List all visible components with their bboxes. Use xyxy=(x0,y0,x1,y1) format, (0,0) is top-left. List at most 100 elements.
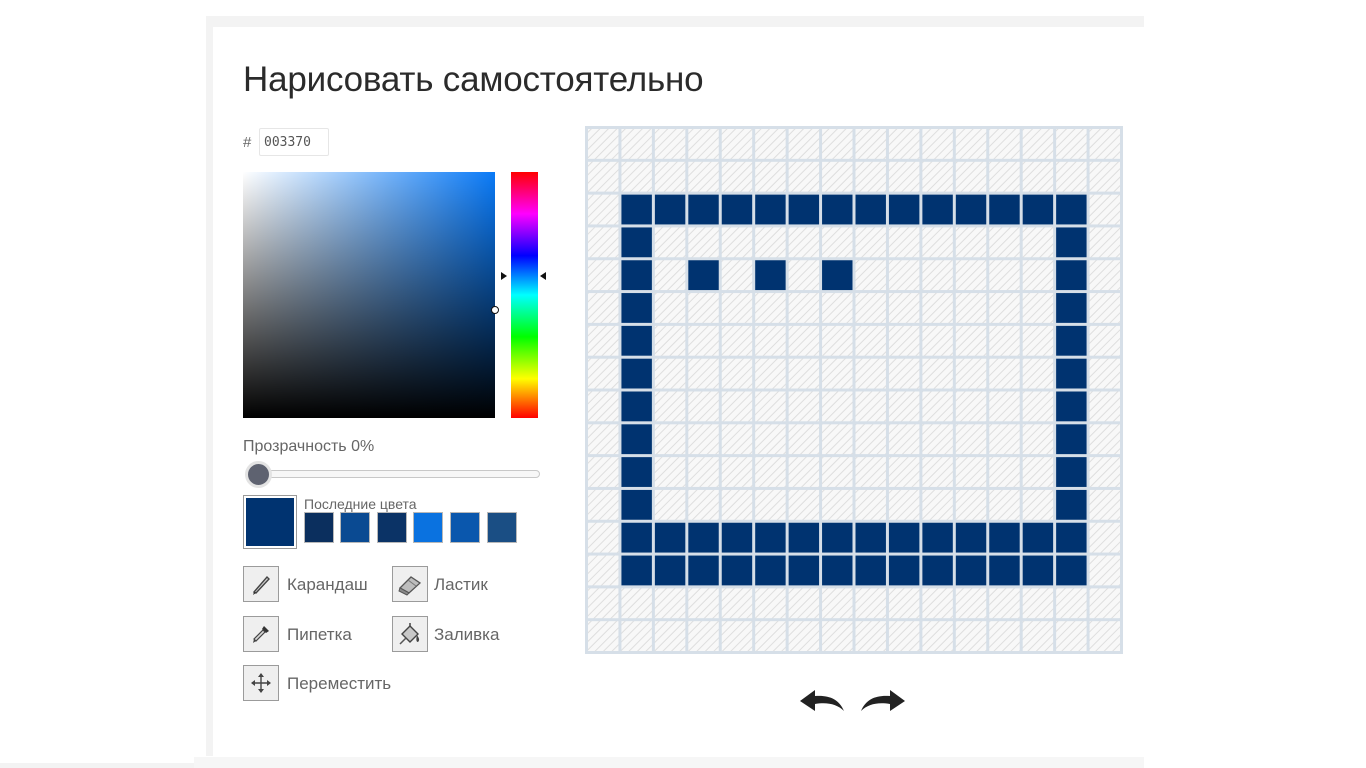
pixel-cell-empty[interactable] xyxy=(989,358,1020,389)
pixel-cell-empty[interactable] xyxy=(588,260,619,291)
pixel-cell-empty[interactable] xyxy=(688,391,719,422)
pixel-cell-filled[interactable] xyxy=(755,194,786,225)
pixel-cell-empty[interactable] xyxy=(1089,621,1120,651)
pixel-cell-empty[interactable] xyxy=(822,129,853,159)
pixel-cell-empty[interactable] xyxy=(688,227,719,258)
pixel-cell-empty[interactable] xyxy=(788,621,820,651)
hue-slider-handle-right-icon[interactable] xyxy=(540,272,546,280)
pixel-cell-empty[interactable] xyxy=(855,260,886,291)
pixel-cell-empty[interactable] xyxy=(588,293,619,323)
pixel-cell-empty[interactable] xyxy=(989,129,1020,159)
pixel-cell-empty[interactable] xyxy=(755,227,786,258)
pixel-cell-empty[interactable] xyxy=(721,129,753,159)
pixel-cell-empty[interactable] xyxy=(1089,457,1120,487)
undo-button[interactable] xyxy=(797,687,847,717)
pixel-cell-empty[interactable] xyxy=(1089,227,1120,258)
pixel-cell-filled[interactable] xyxy=(721,522,753,553)
pixel-cell-empty[interactable] xyxy=(721,293,753,323)
pixel-cell-empty[interactable] xyxy=(654,588,686,619)
pixel-cell-empty[interactable] xyxy=(989,260,1020,291)
pixel-cell-empty[interactable] xyxy=(1022,260,1054,291)
pixel-cell-filled[interactable] xyxy=(621,358,652,389)
pixel-cell-empty[interactable] xyxy=(989,588,1020,619)
pixel-cell-empty[interactable] xyxy=(1089,555,1120,586)
pixel-cell-empty[interactable] xyxy=(788,588,820,619)
pixel-cell-empty[interactable] xyxy=(989,621,1020,651)
pixel-cell-empty[interactable] xyxy=(688,161,719,192)
pixel-cell-empty[interactable] xyxy=(888,391,920,422)
pixel-cell-empty[interactable] xyxy=(855,457,886,487)
pencil-tool-label[interactable]: Карандаш xyxy=(287,575,368,595)
pixel-cell-empty[interactable] xyxy=(989,161,1020,192)
pixel-cell-empty[interactable] xyxy=(788,260,820,291)
pixel-cell-empty[interactable] xyxy=(688,293,719,323)
pixel-cell-filled[interactable] xyxy=(1056,227,1087,258)
pixel-cell-filled[interactable] xyxy=(755,522,786,553)
pixel-cell-empty[interactable] xyxy=(755,424,786,455)
pixel-cell-filled[interactable] xyxy=(654,522,686,553)
pixel-cell-empty[interactable] xyxy=(822,391,853,422)
pixel-cell-empty[interactable] xyxy=(855,358,886,389)
pixel-cell-empty[interactable] xyxy=(888,260,920,291)
pipette-tool-label[interactable]: Пипетка xyxy=(287,625,352,645)
pixel-cell-empty[interactable] xyxy=(588,489,619,520)
eraser-tool-label[interactable]: Ластик xyxy=(434,575,488,595)
pixel-cell-filled[interactable] xyxy=(621,457,652,487)
pixel-cell-empty[interactable] xyxy=(822,489,853,520)
pixel-cell-filled[interactable] xyxy=(721,555,753,586)
pixel-cell-empty[interactable] xyxy=(1022,391,1054,422)
pixel-cell-filled[interactable] xyxy=(688,522,719,553)
pixel-cell-empty[interactable] xyxy=(888,457,920,487)
pixel-cell-filled[interactable] xyxy=(822,194,853,225)
pixel-cell-empty[interactable] xyxy=(654,293,686,323)
pixel-cell-filled[interactable] xyxy=(621,424,652,455)
pixel-cell-empty[interactable] xyxy=(855,293,886,323)
pixel-cell-empty[interactable] xyxy=(989,424,1020,455)
pixel-cell-filled[interactable] xyxy=(1022,555,1054,586)
pixel-cell-empty[interactable] xyxy=(588,358,619,389)
pixel-cell-empty[interactable] xyxy=(755,588,786,619)
pixel-cell-empty[interactable] xyxy=(688,325,719,356)
pixel-cell-empty[interactable] xyxy=(955,129,987,159)
pixel-cell-empty[interactable] xyxy=(1022,424,1054,455)
pixel-cell-empty[interactable] xyxy=(654,129,686,159)
pixel-cell-empty[interactable] xyxy=(654,621,686,651)
redo-button[interactable] xyxy=(858,687,908,717)
pixel-cell-empty[interactable] xyxy=(989,489,1020,520)
move-tool-button[interactable] xyxy=(243,665,279,701)
pixel-cell-empty[interactable] xyxy=(855,424,886,455)
hue-slider[interactable] xyxy=(511,172,538,418)
pixel-cell-filled[interactable] xyxy=(955,555,987,586)
pixel-cell-empty[interactable] xyxy=(788,489,820,520)
pixel-cell-filled[interactable] xyxy=(621,555,652,586)
pixel-cell-empty[interactable] xyxy=(621,129,652,159)
pixel-cell-empty[interactable] xyxy=(888,325,920,356)
pixel-cell-empty[interactable] xyxy=(955,489,987,520)
pixel-cell-empty[interactable] xyxy=(1089,588,1120,619)
pixel-cell-empty[interactable] xyxy=(755,325,786,356)
saturation-value-cursor[interactable] xyxy=(491,306,499,314)
pixel-cell-filled[interactable] xyxy=(955,522,987,553)
pixel-cell-empty[interactable] xyxy=(955,293,987,323)
pixel-cell-filled[interactable] xyxy=(688,555,719,586)
pixel-cell-empty[interactable] xyxy=(922,260,953,291)
pixel-cell-empty[interactable] xyxy=(1022,457,1054,487)
recent-color-swatch[interactable] xyxy=(304,512,334,543)
pixel-cell-empty[interactable] xyxy=(955,325,987,356)
pixel-cell-empty[interactable] xyxy=(688,621,719,651)
pixel-cell-filled[interactable] xyxy=(1022,522,1054,553)
pixel-cell-empty[interactable] xyxy=(922,325,953,356)
pixel-cell-filled[interactable] xyxy=(922,555,953,586)
pixel-cell-filled[interactable] xyxy=(989,194,1020,225)
pixel-cell-empty[interactable] xyxy=(1089,260,1120,291)
pixel-cell-filled[interactable] xyxy=(955,194,987,225)
pixel-cell-filled[interactable] xyxy=(855,555,886,586)
pixel-cell-empty[interactable] xyxy=(654,161,686,192)
pixel-cell-empty[interactable] xyxy=(855,391,886,422)
pixel-cell-empty[interactable] xyxy=(588,391,619,422)
pixel-cell-empty[interactable] xyxy=(755,358,786,389)
recent-color-swatch[interactable] xyxy=(487,512,517,543)
pixel-cell-empty[interactable] xyxy=(1056,621,1087,651)
pixel-cell-empty[interactable] xyxy=(721,325,753,356)
pixel-cell-empty[interactable] xyxy=(1056,588,1087,619)
